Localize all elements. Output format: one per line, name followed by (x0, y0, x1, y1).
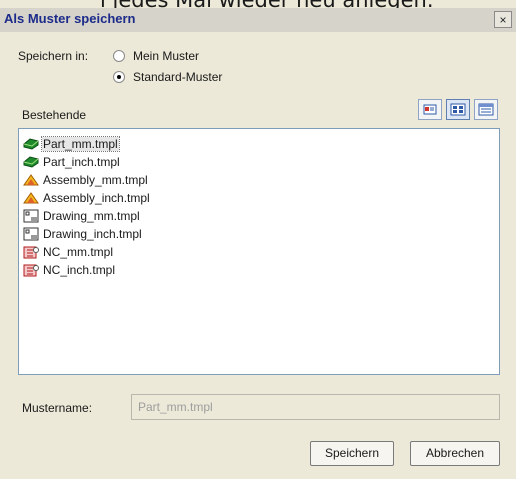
file-name: Drawing_mm.tmpl (43, 209, 140, 223)
nc-icon (23, 264, 39, 277)
list-item[interactable]: Assembly_inch.tmpl (23, 189, 151, 207)
template-file-list[interactable]: Part_mm.tmpl Part_inch.tmpl Assembly_mm.… (18, 128, 500, 375)
view-details-button[interactable] (418, 99, 442, 120)
drawing-icon (23, 227, 39, 241)
file-name: Assembly_inch.tmpl (43, 191, 150, 205)
list-view-icon (478, 103, 494, 116)
assembly-icon (23, 192, 39, 204)
save-in-label: Speichern in: (18, 49, 89, 63)
assembly-icon (23, 174, 39, 186)
part-icon (23, 156, 39, 168)
large-icons-view-icon (450, 103, 466, 116)
details-view-icon (423, 104, 437, 115)
existing-label: Bestehende (22, 108, 87, 122)
save-button[interactable]: Speichern (310, 441, 394, 466)
view-large-icons-button[interactable] (446, 99, 470, 120)
radio-standard-muster[interactable] (113, 71, 125, 83)
title-bar[interactable]: Als Muster speichern × (0, 8, 516, 32)
file-name: Part_mm.tmpl (41, 136, 120, 152)
file-name: Drawing_inch.tmpl (43, 227, 142, 241)
window-title: Als Muster speichern (4, 11, 136, 26)
list-item[interactable]: NC_mm.tmpl (23, 243, 114, 261)
file-name: NC_inch.tmpl (43, 263, 116, 277)
file-name: Part_inch.tmpl (43, 155, 120, 169)
nc-icon (23, 246, 39, 259)
cancel-button[interactable]: Abbrechen (410, 441, 500, 466)
part-icon (23, 138, 39, 150)
template-name-input[interactable]: Part_mm.tmpl (131, 394, 500, 420)
radio-mein-muster[interactable] (113, 50, 125, 62)
list-item[interactable]: NC_inch.tmpl (23, 261, 116, 279)
view-list-button[interactable] (474, 99, 498, 120)
list-item[interactable]: Assembly_mm.tmpl (23, 171, 149, 189)
close-button[interactable]: × (494, 11, 512, 28)
file-name: Assembly_mm.tmpl (43, 173, 148, 187)
list-item[interactable]: Part_inch.tmpl (23, 153, 121, 171)
drawing-icon (23, 209, 39, 223)
file-name: NC_mm.tmpl (43, 245, 114, 259)
template-name-label: Mustername: (22, 401, 93, 415)
list-item[interactable]: Drawing_mm.tmpl (23, 207, 141, 225)
radio-mein-muster-label[interactable]: Mein Muster (133, 49, 199, 63)
list-item[interactable]: Part_mm.tmpl (23, 135, 120, 153)
list-item[interactable]: Drawing_inch.tmpl (23, 225, 143, 243)
radio-standard-muster-label[interactable]: Standard-Muster (133, 70, 222, 84)
dialog-window: i jedes Mal wieder neu anlegen. Als Must… (0, 0, 516, 479)
